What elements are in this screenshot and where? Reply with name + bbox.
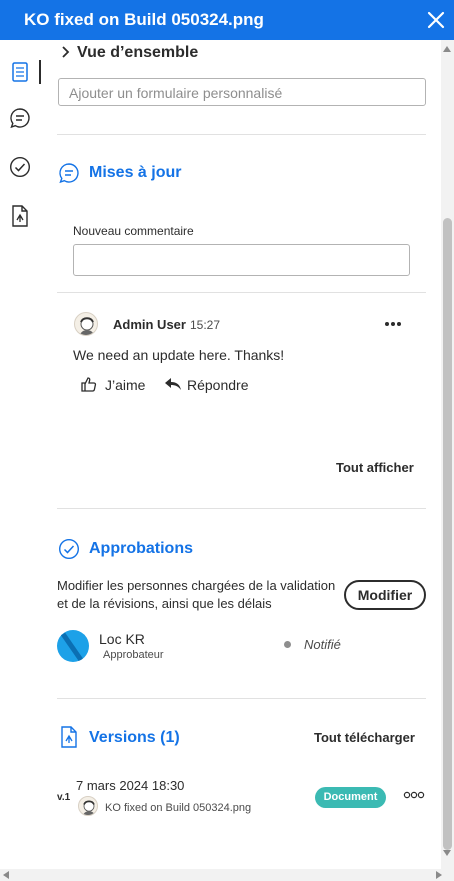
version-more-icon[interactable]	[403, 791, 425, 799]
approvals-check-icon	[58, 538, 80, 560]
version-badge: Document	[315, 787, 386, 808]
approver-avatar	[57, 630, 89, 662]
comment-text: We need an update here. Thanks!	[73, 347, 285, 363]
status-dot-icon	[284, 641, 291, 648]
reply-icon[interactable]	[164, 377, 182, 391]
scrollbar-thumb[interactable]	[443, 218, 452, 850]
file-share-icon[interactable]	[8, 204, 32, 228]
check-circle-icon[interactable]	[8, 155, 32, 179]
scroll-left-icon[interactable]	[3, 871, 9, 879]
scroll-right-icon[interactable]	[436, 871, 442, 879]
updates-title: Mises à jour	[89, 164, 182, 181]
panel-header: KO fixed on Build 050324.png	[0, 0, 454, 40]
updates-comment-icon	[59, 163, 79, 184]
more-icon[interactable]	[384, 321, 402, 327]
new-comment-label: Nouveau commentaire	[73, 224, 194, 238]
modify-button[interactable]: Modifier	[344, 580, 426, 610]
approver-status: Notifié	[304, 637, 341, 652]
versions-title: Versions (1)	[89, 729, 180, 746]
download-all-link[interactable]: Tout télécharger	[314, 730, 415, 745]
approvals-title: Approbations	[89, 540, 193, 557]
approver-name: Loc KR	[99, 631, 145, 647]
comment-time: 15:27	[190, 318, 221, 332]
reply-button[interactable]: Répondre	[187, 377, 249, 393]
divider	[57, 508, 426, 509]
comment-icon[interactable]	[8, 106, 32, 130]
close-icon[interactable]	[427, 11, 445, 29]
side-rail	[0, 40, 44, 881]
divider	[57, 698, 426, 699]
vertical-scrollbar[interactable]	[441, 40, 454, 870]
thumbs-up-icon[interactable]	[81, 376, 97, 392]
version-label: v.1	[57, 792, 71, 803]
custom-form-input[interactable]: Ajouter un formulaire personnalisé	[58, 78, 426, 106]
show-all-link[interactable]: Tout afficher	[336, 460, 414, 475]
scroll-up-icon[interactable]	[443, 46, 451, 52]
approvals-description: Modifier les personnes chargées de la va…	[57, 578, 336, 611]
panel-title: KO fixed on Build 050324.png	[24, 10, 264, 29]
versions-file-icon	[61, 726, 77, 748]
new-comment-field[interactable]	[73, 244, 410, 276]
overview-label[interactable]: Vue d’ensemble	[77, 44, 198, 62]
panel-content: Vue d’ensemble Ajouter un formulaire per…	[44, 40, 441, 869]
version-file-link[interactable]: KO fixed on Build 050324.png	[105, 802, 251, 814]
scroll-down-icon[interactable]	[443, 850, 451, 856]
version-date: 7 mars 2024 18:30	[76, 778, 185, 793]
like-button[interactable]: J’aime	[105, 377, 145, 393]
chevron-right-icon[interactable]	[60, 45, 70, 59]
divider	[57, 134, 426, 135]
custom-form-placeholder: Ajouter un formulaire personnalisé	[69, 85, 283, 101]
approver-role: Approbateur	[103, 649, 164, 661]
document-icon[interactable]	[8, 60, 32, 84]
avatar	[74, 312, 98, 336]
active-tab-indicator	[39, 60, 41, 84]
version-author-avatar	[78, 796, 98, 816]
comment-author: Admin User	[113, 317, 186, 332]
divider	[57, 292, 426, 293]
horizontal-scrollbar[interactable]	[0, 869, 454, 881]
